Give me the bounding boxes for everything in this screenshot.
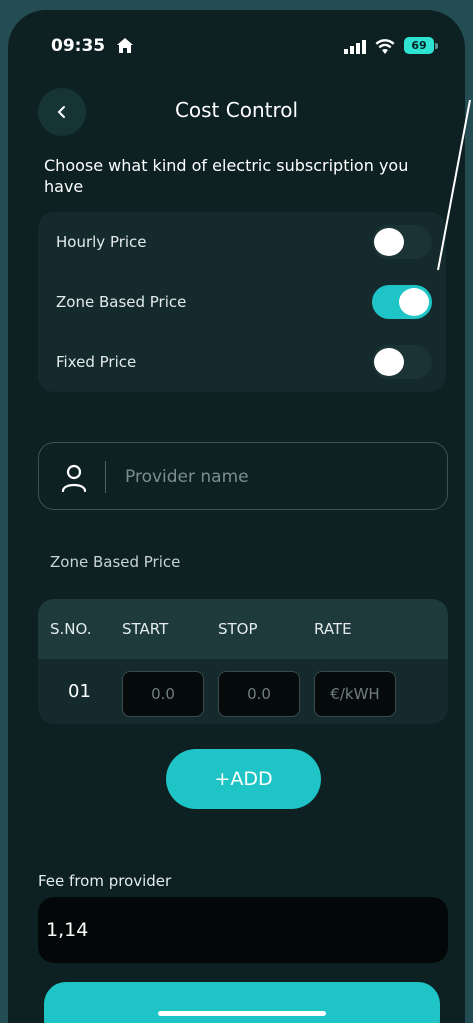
table-row: 01 bbox=[38, 659, 448, 724]
stop-input[interactable] bbox=[218, 671, 300, 717]
provider-name-input[interactable] bbox=[125, 460, 425, 494]
fixed-price-toggle[interactable] bbox=[372, 345, 432, 379]
zone-price-table: S.NO. START STOP RATE 01 bbox=[38, 599, 448, 724]
header-start: START bbox=[122, 620, 169, 638]
home-icon bbox=[117, 38, 133, 53]
field-divider bbox=[105, 461, 106, 493]
battery-tip bbox=[435, 43, 438, 49]
zone-price-title: Zone Based Price bbox=[50, 553, 181, 571]
fee-label: Fee from provider bbox=[38, 872, 172, 890]
subscription-prompt: Choose what kind of electric subscriptio… bbox=[44, 156, 409, 196]
user-icon bbox=[61, 464, 87, 493]
option-label: Hourly Price bbox=[56, 233, 147, 251]
provider-field bbox=[38, 442, 448, 510]
zone-based-price-toggle[interactable] bbox=[372, 285, 432, 319]
option-zone-based-price: Zone Based Price bbox=[38, 272, 446, 332]
page-title: Cost Control bbox=[174, 98, 299, 122]
rate-input[interactable] bbox=[314, 671, 396, 717]
option-label: Zone Based Price bbox=[56, 293, 187, 311]
header-stop: STOP bbox=[218, 620, 258, 638]
phone-screen: 09:35 69 Cost Control Choose what kind o… bbox=[8, 10, 465, 1023]
header-sno: S.NO. bbox=[50, 620, 92, 638]
signal-icon bbox=[344, 40, 366, 54]
option-label: Fixed Price bbox=[56, 353, 137, 371]
start-input[interactable] bbox=[122, 671, 204, 717]
subscription-options-card: Hourly Price Zone Based Price Fixed Pric… bbox=[38, 212, 446, 392]
option-hourly-price: Hourly Price bbox=[38, 212, 446, 272]
row-number: 01 bbox=[68, 681, 91, 702]
add-row-button[interactable]: +ADD bbox=[166, 749, 321, 809]
battery-icon: 69 bbox=[404, 37, 434, 54]
status-time: 09:35 bbox=[51, 36, 106, 56]
fee-input[interactable] bbox=[38, 897, 448, 963]
table-header: S.NO. START STOP RATE bbox=[38, 599, 448, 659]
option-fixed-price: Fixed Price bbox=[38, 332, 446, 392]
home-indicator bbox=[158, 1011, 326, 1016]
annotation-line bbox=[437, 100, 471, 271]
status-bar: 09:35 69 bbox=[8, 10, 465, 80]
bottom-action-button[interactable] bbox=[44, 982, 440, 1023]
wifi-icon bbox=[375, 39, 395, 54]
header-rate: RATE bbox=[314, 620, 352, 638]
